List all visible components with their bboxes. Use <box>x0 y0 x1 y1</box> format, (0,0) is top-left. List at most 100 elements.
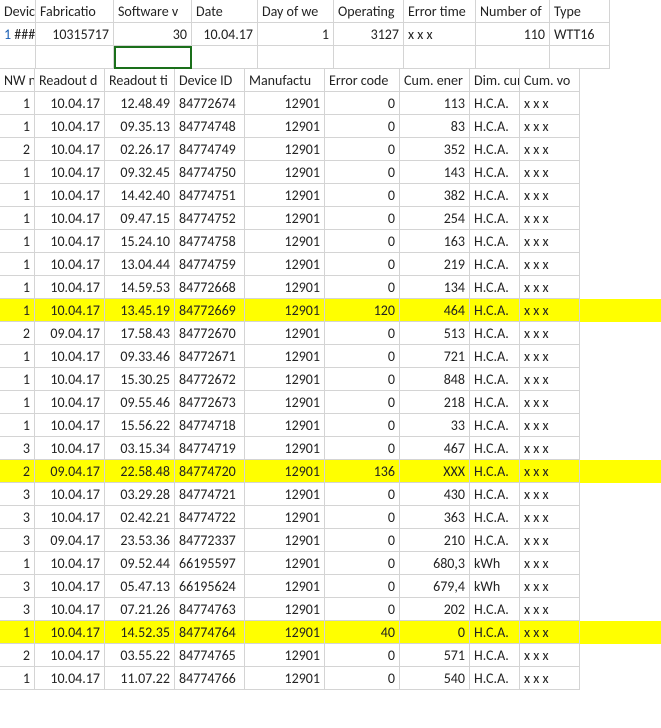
cell[interactable]: 09.33.46 <box>105 345 175 368</box>
cell[interactable]: 3 <box>0 575 35 598</box>
cell[interactable]: 10.04.17 <box>35 207 105 230</box>
cell[interactable]: H.C.A. <box>470 414 520 437</box>
cell[interactable]: x x x <box>520 299 580 322</box>
cell[interactable]: 12901 <box>245 529 325 552</box>
cell[interactable]: H.C.A. <box>470 138 520 161</box>
cell[interactable]: 1 <box>0 161 35 184</box>
cell[interactable]: H.C.A. <box>470 253 520 276</box>
cell[interactable]: H.C.A. <box>470 299 520 322</box>
cell[interactable]: x x x <box>520 138 580 161</box>
cell[interactable]: 0 <box>325 253 400 276</box>
cell[interactable]: 1 <box>0 368 35 391</box>
cell[interactable]: H.C.A. <box>470 230 520 253</box>
cell[interactable]: 10.04.17 <box>35 184 105 207</box>
cell[interactable] <box>36 46 114 69</box>
cell[interactable]: x x x <box>520 184 580 207</box>
cell[interactable]: 03.55.22 <box>105 644 175 667</box>
cell[interactable]: 0 <box>325 230 400 253</box>
cell[interactable]: 14.52.35 <box>105 621 175 644</box>
cell[interactable]: 0 <box>325 598 400 621</box>
cell[interactable]: 15.30.25 <box>105 368 175 391</box>
cell[interactable]: 571 <box>400 644 470 667</box>
cell[interactable]: 15.24.10 <box>105 230 175 253</box>
cell[interactable]: 10.04.17 <box>35 276 105 299</box>
cell[interactable]: 12901 <box>245 138 325 161</box>
cell[interactable]: x x x <box>520 644 580 667</box>
cell[interactable]: 84774759 <box>175 253 245 276</box>
cell[interactable]: 66195624 <box>175 575 245 598</box>
cell[interactable]: 13.04.44 <box>105 253 175 276</box>
col-device[interactable]: Devic <box>0 0 36 23</box>
cell[interactable] <box>334 46 404 69</box>
cell[interactable]: H.C.A. <box>470 92 520 115</box>
cell[interactable]: 09.04.17 <box>35 322 105 345</box>
cell[interactable]: 0 <box>325 667 400 690</box>
cell[interactable]: 513 <box>400 322 470 345</box>
cell[interactable]: 10.04.17 <box>35 667 105 690</box>
cell[interactable]: H.C.A. <box>470 437 520 460</box>
cell[interactable]: 2 <box>0 138 35 161</box>
cell[interactable]: 10.04.17 <box>192 23 258 46</box>
cell[interactable]: 430 <box>400 483 470 506</box>
cell[interactable]: 0 <box>325 414 400 437</box>
cell[interactable]: 467 <box>400 437 470 460</box>
cell[interactable]: 0 <box>325 161 400 184</box>
col-operating[interactable]: Operating <box>334 0 404 23</box>
cell[interactable]: 464 <box>400 299 470 322</box>
cell[interactable]: x x x <box>520 460 580 483</box>
col-errortime[interactable]: Error time <box>404 0 476 23</box>
col-dim-cum[interactable]: Dim. cum. <box>470 69 520 92</box>
cell[interactable]: 84772670 <box>175 322 245 345</box>
cell[interactable]: 84774763 <box>175 598 245 621</box>
cell[interactable]: 05.47.13 <box>105 575 175 598</box>
cell[interactable]: x x x <box>520 161 580 184</box>
cell[interactable]: 136 <box>325 460 400 483</box>
cell[interactable]: 0 <box>325 391 400 414</box>
cell[interactable]: 0 <box>325 552 400 575</box>
cell[interactable]: 12901 <box>245 506 325 529</box>
cell[interactable]: x x x <box>520 667 580 690</box>
cell[interactable]: H.C.A. <box>470 483 520 506</box>
cell[interactable]: 10.04.17 <box>35 644 105 667</box>
cell[interactable]: 0 <box>325 575 400 598</box>
cell[interactable]: 1 <box>0 184 35 207</box>
cell[interactable]: x x x <box>520 414 580 437</box>
cell[interactable]: 0 <box>325 368 400 391</box>
cell[interactable]: 12901 <box>245 598 325 621</box>
cell[interactable]: 2 <box>0 460 35 483</box>
cell[interactable]: x x x <box>520 575 580 598</box>
cell[interactable]: 0 <box>325 184 400 207</box>
cell[interactable]: 12.48.49 <box>105 92 175 115</box>
cell[interactable]: H.C.A. <box>470 161 520 184</box>
cell[interactable]: 10.04.17 <box>35 437 105 460</box>
cell[interactable]: 0 <box>325 529 400 552</box>
cell[interactable]: H.C.A. <box>470 391 520 414</box>
cell[interactable]: 1 <box>0 414 35 437</box>
cell[interactable]: 12901 <box>245 299 325 322</box>
cell[interactable]: 09.32.45 <box>105 161 175 184</box>
cell[interactable]: 10.04.17 <box>35 299 105 322</box>
cell[interactable]: H.C.A. <box>470 207 520 230</box>
cell[interactable]: 17.58.43 <box>105 322 175 345</box>
col-error-code[interactable]: Error code <box>325 69 400 92</box>
cell[interactable]: 218 <box>400 391 470 414</box>
col-fabrication[interactable]: Fabricatio <box>36 0 114 23</box>
cell[interactable]: 12901 <box>245 230 325 253</box>
cell[interactable]: 12901 <box>245 322 325 345</box>
cell[interactable]: 12901 <box>245 575 325 598</box>
cell[interactable]: 1 <box>0 253 35 276</box>
cell[interactable]: 219 <box>400 253 470 276</box>
cell[interactable]: 10.04.17 <box>35 253 105 276</box>
cell[interactable]: 84772669 <box>175 299 245 322</box>
cell[interactable]: 03.15.34 <box>105 437 175 460</box>
col-software[interactable]: Software v <box>114 0 192 23</box>
cell[interactable]: 1 <box>0 621 35 644</box>
cell[interactable]: H.C.A. <box>470 529 520 552</box>
cell[interactable]: 12901 <box>245 644 325 667</box>
col-cum-energy[interactable]: Cum. ener <box>400 69 470 92</box>
cell[interactable]: 15.56.22 <box>105 414 175 437</box>
cell[interactable]: 0 <box>325 276 400 299</box>
cell[interactable]: 12901 <box>245 161 325 184</box>
col-readout-time[interactable]: Readout ti <box>105 69 175 92</box>
cell[interactable]: H.C.A. <box>470 345 520 368</box>
